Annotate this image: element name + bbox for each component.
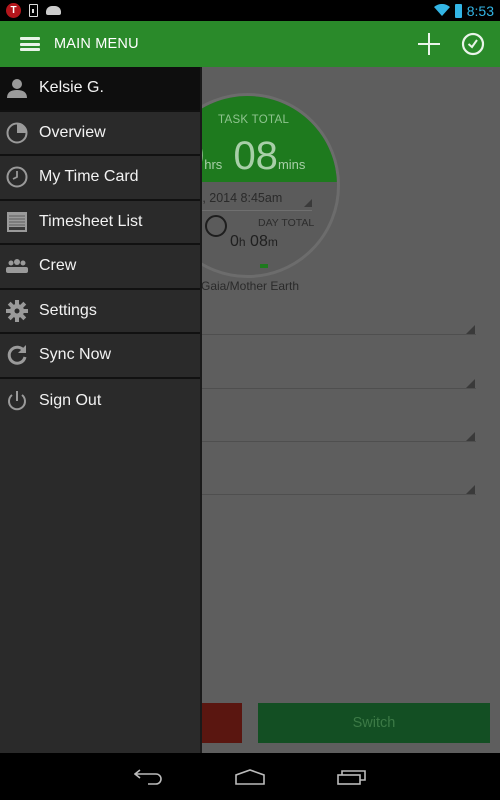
- drawer-item-label: Timesheet List: [39, 212, 143, 230]
- plus-icon: [418, 33, 440, 55]
- switch-button[interactable]: Switch: [258, 703, 490, 743]
- spinner-field-3[interactable]: [195, 441, 476, 442]
- action-bar: MAIN MENU: [0, 21, 500, 67]
- drawer-item-settings[interactable]: Settings: [0, 290, 200, 334]
- day-total-time: 0h 08m: [230, 233, 278, 250]
- stop-button[interactable]: [195, 703, 242, 743]
- drawer-item-label: Settings: [39, 301, 97, 319]
- drawer-item-user[interactable]: Kelsie G.: [0, 67, 200, 112]
- dropdown-indicator-icon: [304, 199, 312, 207]
- clock-button[interactable]: [460, 31, 486, 57]
- status-bar: T 8:53: [0, 0, 500, 21]
- clock-check-icon: [461, 32, 485, 56]
- drawer-item-label: Crew: [39, 257, 77, 275]
- download-icon: [29, 4, 38, 17]
- drawer-item-crew[interactable]: Crew: [0, 245, 200, 290]
- menu-icon[interactable]: [20, 37, 40, 51]
- spinner-field-2[interactable]: [195, 388, 476, 389]
- dropdown-indicator-icon: [466, 485, 475, 494]
- group-icon: [6, 255, 28, 277]
- spinner-field-4[interactable]: [195, 494, 476, 495]
- gear-icon: [6, 299, 28, 322]
- drawer-item-label: My Time Card: [39, 168, 139, 186]
- home-icon: [235, 768, 265, 785]
- power-icon: [6, 390, 28, 412]
- back-icon: [134, 768, 162, 785]
- back-button[interactable]: [128, 762, 168, 792]
- clock-icon: [6, 166, 28, 188]
- system-nav-bar: [0, 753, 500, 800]
- drawer-item-overview[interactable]: Overview: [0, 112, 200, 156]
- list-icon: [6, 211, 28, 233]
- spinner-field-1[interactable]: [195, 334, 476, 335]
- drawer-item-label: Kelsie G.: [39, 79, 104, 97]
- clock-icon: [205, 215, 227, 237]
- gauge-progress-tick: [260, 264, 268, 268]
- drawer-item-label: Sign Out: [39, 391, 102, 409]
- project-name: Gaia/Mother Earth: [201, 279, 300, 293]
- drawer-shadow: [200, 67, 202, 753]
- t-app-icon: T: [6, 3, 21, 18]
- dropdown-indicator-icon: [466, 325, 475, 334]
- dropdown-indicator-icon: [466, 432, 475, 441]
- drawer-item-timesheet-list[interactable]: Timesheet List: [0, 201, 200, 245]
- home-button[interactable]: [230, 762, 270, 792]
- pie-chart-icon: [6, 122, 28, 144]
- drawer-item-sync-now[interactable]: Sync Now: [0, 334, 200, 379]
- action-bar-title: MAIN MENU: [54, 36, 139, 52]
- wifi-icon: [433, 4, 450, 16]
- sync-icon: [6, 344, 28, 366]
- navigation-drawer: Kelsie G. Overview My Time Card Timeshee…: [0, 67, 200, 753]
- status-time: 8:53: [466, 2, 494, 19]
- person-icon: [6, 77, 28, 99]
- recents-icon: [337, 769, 366, 785]
- drawer-item-label: Overview: [39, 123, 106, 141]
- dropdown-indicator-icon: [466, 379, 475, 388]
- task-total-label: TASK TOTAL: [218, 114, 290, 126]
- android-debug-icon: [46, 6, 61, 15]
- drawer-item-sign-out[interactable]: Sign Out: [0, 379, 200, 424]
- drawer-item-my-time-card[interactable]: My Time Card: [0, 156, 200, 201]
- drawer-item-label: Sync Now: [39, 346, 112, 364]
- recents-button[interactable]: [332, 762, 372, 792]
- day-total-label: DAY TOTAL: [258, 217, 315, 229]
- add-button[interactable]: [416, 31, 442, 57]
- battery-charging-icon: [454, 3, 462, 18]
